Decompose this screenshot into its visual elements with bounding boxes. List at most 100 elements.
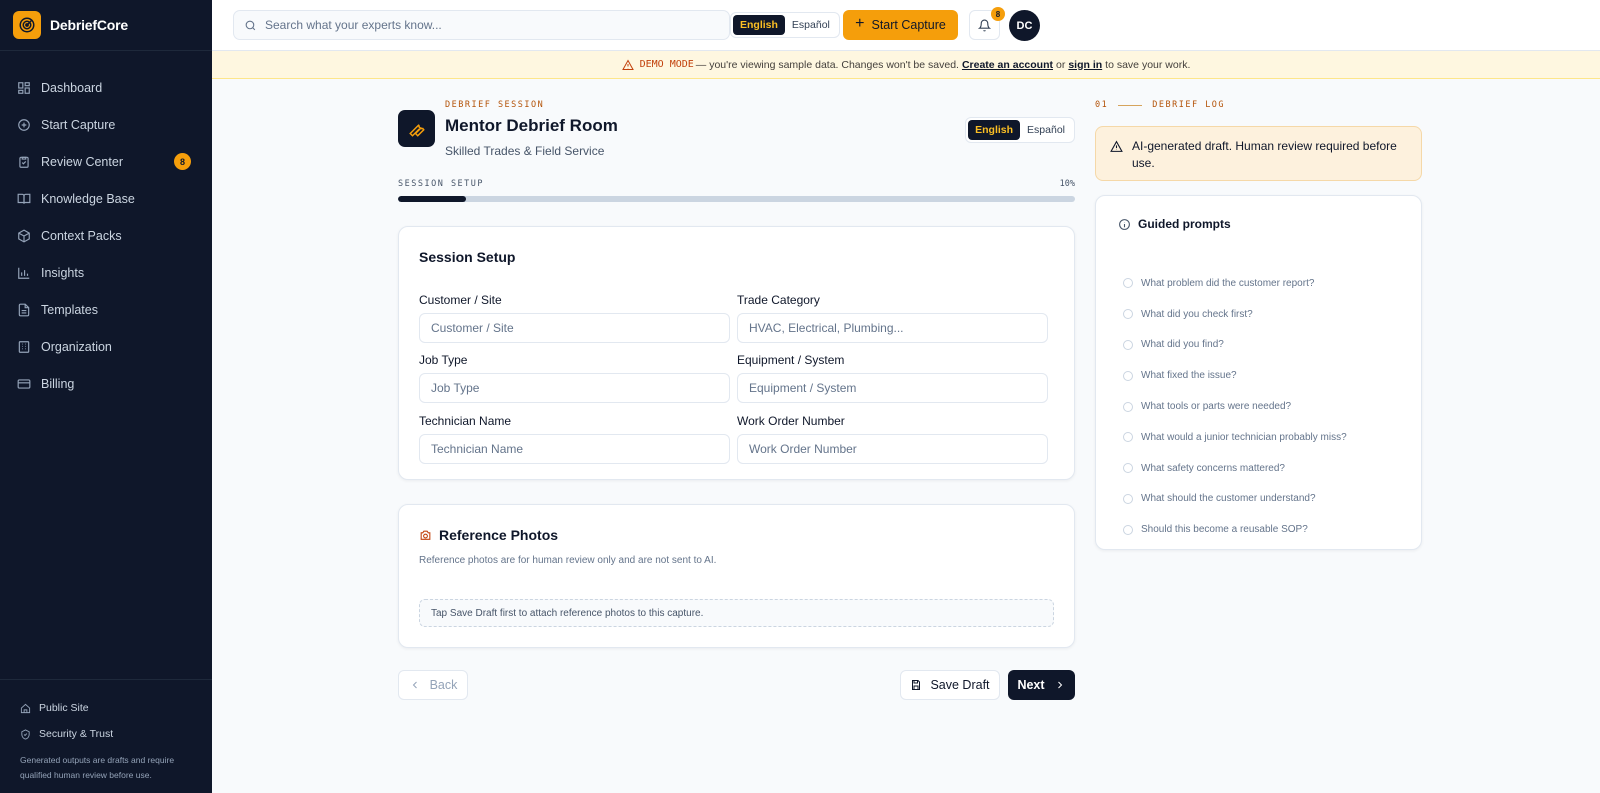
reference-photos-note: Reference photos are for human review on…	[419, 555, 717, 566]
list-item[interactable]: What did you find?	[1123, 330, 1347, 361]
guided-prompts-heading: Guided prompts	[1118, 217, 1231, 231]
prompt-text: What safety concerns mattered?	[1141, 462, 1285, 474]
list-item[interactable]: What problem did the customer report?	[1123, 268, 1347, 299]
public-site-label: Public Site	[39, 702, 89, 714]
circle-icon	[1123, 432, 1133, 443]
sidebar-item-label: Billing	[41, 376, 75, 391]
session-setup-title: Session Setup	[419, 249, 516, 265]
public-site-link[interactable]: Public Site	[20, 695, 192, 721]
sidebar-item-label: Context Packs	[41, 228, 122, 243]
sidebar-item-start-capture[interactable]: Start Capture	[0, 106, 212, 143]
circle-icon	[1123, 401, 1133, 412]
list-item[interactable]: Should this become a reusable SOP?	[1123, 514, 1347, 545]
technician-name-field: Technician Name	[419, 414, 730, 464]
session-lang-english-button[interactable]: English	[968, 120, 1021, 140]
equipment-system-input[interactable]	[737, 373, 1048, 403]
sidebar-item-context-packs[interactable]: Context Packs	[0, 217, 212, 254]
reference-photos-title: Reference Photos	[439, 527, 559, 543]
photo-dropzone[interactable]: Tap Save Draft first to attach reference…	[419, 599, 1054, 627]
list-item[interactable]: What tools or parts were needed?	[1123, 391, 1347, 422]
next-button[interactable]: Next	[1008, 670, 1075, 700]
sidebar-item-knowledge-base[interactable]: Knowledge Base	[0, 180, 212, 217]
sidebar-item-billing[interactable]: Billing	[0, 365, 212, 402]
sidebar-nav: Dashboard Start Capture Review Center 8 …	[0, 51, 212, 402]
circle-icon	[1123, 524, 1133, 535]
sidebar-item-review-center[interactable]: Review Center 8	[0, 143, 212, 180]
customer-site-input[interactable]	[419, 313, 730, 343]
circle-icon	[1123, 278, 1133, 289]
dashboard-icon	[18, 81, 30, 94]
create-account-link[interactable]: Create an account	[962, 59, 1053, 71]
customer-site-label: Customer / Site	[419, 293, 502, 307]
sidebar-item-label: Organization	[41, 339, 112, 354]
sidebar-item-organization[interactable]: Organization	[0, 328, 212, 365]
brand-logo-icon	[13, 11, 41, 39]
back-button[interactable]: Back	[398, 670, 468, 700]
plus-circle-icon	[18, 118, 30, 131]
debrief-log-label: DEBRIEF LOG	[1152, 100, 1226, 110]
prompt-text: What did you check first?	[1141, 308, 1253, 320]
list-item[interactable]: What safety concerns mattered?	[1123, 453, 1347, 484]
sidebar-item-label: Templates	[41, 302, 98, 317]
lang-spanish-button[interactable]: Español	[785, 15, 837, 35]
session-setup-card: Session Setup Customer / Site Trade Cate…	[398, 226, 1075, 480]
bell-icon	[978, 19, 991, 31]
session-lang-spanish-button[interactable]: Español	[1020, 120, 1072, 140]
clipboard-check-icon	[19, 156, 29, 168]
avatar[interactable]: DC	[1009, 10, 1040, 41]
debrief-log-heading: 01 DEBRIEF LOG	[1095, 100, 1225, 110]
session-eyebrow: DEBRIEF SESSION	[445, 100, 545, 110]
building-icon	[18, 340, 30, 353]
save-draft-label: Save Draft	[930, 678, 990, 692]
progress-label: SESSION SETUP	[398, 179, 485, 189]
session-subtitle: Skilled Trades & Field Service	[445, 144, 605, 158]
security-trust-link[interactable]: Security & Trust	[20, 721, 192, 747]
prompt-text: What fixed the issue?	[1141, 370, 1237, 382]
review-count-badge: 8	[174, 153, 191, 170]
info-icon	[1119, 218, 1130, 230]
shield-icon	[21, 728, 30, 740]
divider	[1118, 104, 1143, 106]
work-order-label: Work Order Number	[737, 414, 845, 428]
search-input[interactable]	[265, 18, 705, 32]
sign-in-link[interactable]: sign in	[1068, 59, 1102, 71]
circle-icon	[1123, 339, 1133, 350]
start-capture-label: Start Capture	[871, 18, 946, 32]
security-trust-label: Security & Trust	[39, 728, 114, 740]
next-label: Next	[1017, 678, 1045, 692]
sidebar-item-templates[interactable]: Templates	[0, 291, 212, 328]
sidebar-item-label: Review Center	[41, 154, 123, 169]
sidebar-item-dashboard[interactable]: Dashboard	[0, 69, 212, 106]
list-item[interactable]: What should the customer understand?	[1123, 484, 1347, 515]
notification-count-badge: 8	[991, 7, 1005, 21]
job-type-field: Job Type	[419, 353, 730, 403]
guided-prompts-card: Guided prompts What problem did the cust…	[1095, 195, 1422, 550]
chevron-right-icon	[1057, 681, 1062, 689]
sidebar-item-label: Start Capture	[41, 117, 116, 132]
brand[interactable]: DebriefCore	[0, 0, 212, 51]
save-icon	[912, 680, 921, 690]
sidebar-item-insights[interactable]: Insights	[0, 254, 212, 291]
brand-name: DebriefCore	[50, 17, 128, 33]
prompt-text: What problem did the customer report?	[1141, 277, 1315, 289]
warning-icon	[1110, 140, 1123, 152]
start-capture-button[interactable]: + Start Capture	[843, 10, 958, 40]
lang-english-button[interactable]: English	[733, 15, 785, 35]
technician-name-input[interactable]	[419, 434, 730, 464]
equipment-system-field: Equipment / System	[737, 353, 1048, 403]
notifications-button[interactable]: 8	[969, 7, 1005, 40]
search-box[interactable]	[233, 10, 730, 40]
topbar: English Español + Start Capture 8 DC	[212, 0, 1600, 51]
demo-mode-tag: DEMO MODE	[639, 59, 694, 70]
list-item[interactable]: What did you check first?	[1123, 299, 1347, 330]
job-type-input[interactable]	[419, 373, 730, 403]
save-draft-button[interactable]: Save Draft	[900, 670, 1000, 700]
work-order-input[interactable]	[737, 434, 1048, 464]
trade-category-input[interactable]	[737, 313, 1048, 343]
prompt-text: What should the customer understand?	[1141, 493, 1316, 505]
back-label: Back	[429, 678, 458, 692]
list-item[interactable]: What fixed the issue?	[1123, 360, 1347, 391]
circle-icon	[1123, 370, 1133, 381]
list-item[interactable]: What would a junior technician probably …	[1123, 422, 1347, 453]
credit-card-icon	[17, 378, 31, 389]
